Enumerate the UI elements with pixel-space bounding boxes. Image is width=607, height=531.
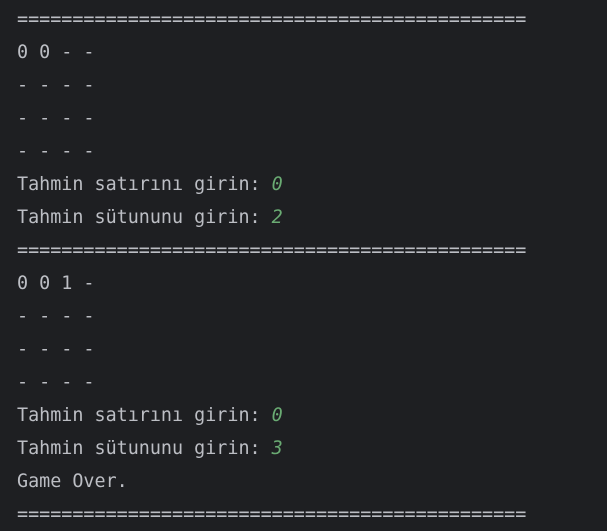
prompt-column-line: Tahmin sütununu girin: 3 [17,432,602,465]
prompt-text: Tahmin sütununu girin: [17,207,272,228]
separator-line: ========================================… [17,9,527,30]
board-row: - - - - [17,75,95,96]
board-row: - - - - [17,141,95,162]
board-row: - - - - [17,108,95,129]
separator-line: ========================================… [17,504,527,525]
user-input-value: 0 [271,405,283,426]
user-input-value: 0 [271,174,283,195]
prompt-row-line: Tahmin satırını girin: 0 [17,399,602,432]
user-input-value: 2 [271,207,283,228]
prompt-row-line: Tahmin satırını girin: 0 [17,168,602,201]
board-row: 0 0 1 - [17,273,95,294]
prompt-column-line: Tahmin sütununu girin: 2 [17,201,602,234]
board-row: 0 0 - - [17,42,95,63]
separator-line: ========================================… [17,240,527,261]
prompt-text: Tahmin sütununu girin: [17,438,272,459]
board-row: - - - - [17,372,95,393]
user-input-value: 3 [271,438,283,459]
board-row: - - - - [17,339,95,360]
game-over-message: Game Over. [17,471,128,492]
prompt-text: Tahmin satırını girin: [17,174,272,195]
console-output: ========================================… [17,3,602,531]
board-row: - - - - [17,306,95,327]
prompt-text: Tahmin satırını girin: [17,405,272,426]
